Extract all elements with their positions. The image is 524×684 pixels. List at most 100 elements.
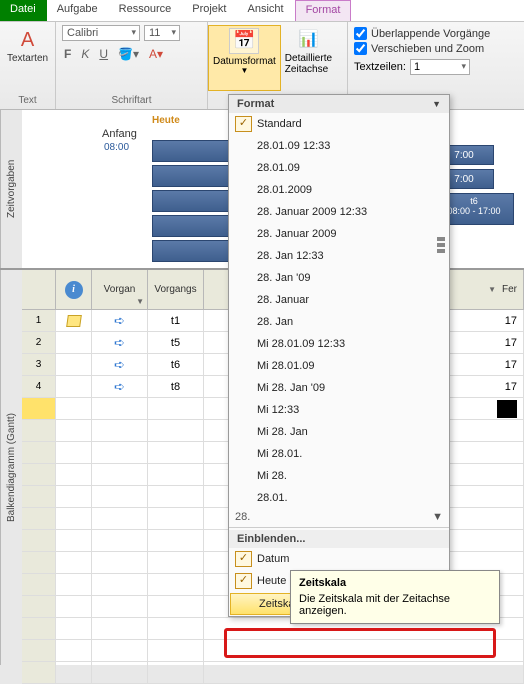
cell-info[interactable] (56, 332, 92, 353)
anfang-label: Anfang (102, 128, 137, 140)
dd-item-dateformat[interactable]: 28. Januar (229, 289, 449, 311)
dd-item-dateformat[interactable]: 28. Jan '09 (229, 267, 449, 289)
dd-item-dateformat[interactable]: 28. Jan (229, 311, 449, 333)
dropdown-scroll-handle[interactable] (437, 235, 447, 255)
chevron-down-icon: ▼ (136, 297, 144, 306)
dd-item-datum[interactable]: Datum (229, 548, 449, 570)
chevron-down-icon: ▼ (432, 99, 441, 109)
dd-item-standard[interactable]: Standard (229, 113, 449, 135)
tab-projekt[interactable]: Projekt (182, 0, 237, 21)
col-vorgan[interactable]: Vorgan ▼ (92, 270, 148, 309)
note-icon (66, 315, 82, 327)
dd-item-dateformat[interactable]: Mi 12:33 (229, 399, 449, 421)
overlap-checkbox[interactable] (354, 27, 367, 40)
detaillierte-zeitachse-button[interactable]: 📊 Detaillierte Zeitachse (281, 25, 336, 91)
timeline-icon: 📊 (293, 27, 323, 53)
col-fer-label: Fer (502, 284, 517, 295)
calendar-icon: 📅 (229, 28, 259, 54)
tab-ansicht[interactable]: Ansicht (238, 0, 295, 21)
textarten-button[interactable]: A Textarten (6, 25, 49, 66)
gantt-side-label: Balkendiagramm (Gantt) (0, 270, 22, 665)
tooltip-body: Die Zeitskala mit der Zeitachse anzeigen… (299, 593, 491, 617)
textarten-icon: A (14, 27, 42, 53)
cell-info[interactable] (56, 354, 92, 375)
dd-item-dateformat[interactable]: 28.01.09 12:33 (229, 135, 449, 157)
task-arrow-icon: ➪ (114, 335, 125, 351)
textzeilen-label: Textzeilen: (354, 61, 406, 73)
tab-ressource[interactable]: Ressource (109, 0, 183, 21)
dropdown-section-einblenden: Einblenden... (229, 530, 449, 548)
fill-color-button[interactable]: 🪣▾ (116, 45, 141, 63)
tab-file[interactable]: Datei (0, 0, 47, 21)
tab-format[interactable]: Format (295, 0, 352, 21)
cell-vorgan[interactable]: ➪ (92, 310, 148, 331)
cell-vorgan[interactable]: ➪ (92, 332, 148, 353)
cell-vorgan[interactable] (92, 398, 148, 419)
cell-info[interactable] (56, 376, 92, 397)
detaillierte-label: Detaillierte Zeitachse (285, 53, 332, 75)
dd-item-dateformat[interactable]: 28. (235, 511, 250, 523)
verschieben-checkbox-row[interactable]: Verschieben und Zoom (354, 42, 518, 55)
cell-name[interactable] (148, 398, 204, 419)
chevron-down-icon: ▼ (488, 285, 496, 294)
dd-item-dateformat[interactable]: Mi 28.01.09 (229, 355, 449, 377)
timeline-side-label: Zeitvorgaben (0, 110, 22, 268)
dd-item-dateformat[interactable]: Mi 28.01.09 12:33 (229, 333, 449, 355)
dd-item-dateformat[interactable]: 28. Jan 12:33 (229, 245, 449, 267)
col-vorgangsname[interactable]: Vorgangs (148, 270, 204, 309)
row-number[interactable]: 1 (22, 310, 56, 331)
dd-item-dateformat[interactable]: Mi 28. Jan (229, 421, 449, 443)
col-vorgan-label: Vorgan (104, 284, 136, 295)
dd-item-dateformat[interactable]: 28.01.2009 (229, 179, 449, 201)
heute-marker: Heute (152, 115, 180, 126)
font-name-select[interactable]: Calibri (62, 25, 140, 41)
datumsformat-dropdown: Format ▼ Standard 28.01.09 12:33 28.01.0… (228, 94, 450, 617)
tooltip-title: Zeitskala (299, 577, 491, 589)
datumsformat-button[interactable]: 📅 Datumsformat ▼ (208, 25, 281, 91)
dd-item-dateformat[interactable]: 28.01.09 (229, 157, 449, 179)
cell-name[interactable]: t5 (148, 332, 204, 353)
dropdown-title: Format ▼ (229, 95, 449, 113)
selected-cell-marker (497, 400, 517, 418)
cell-name[interactable]: t1 (148, 310, 204, 331)
task-arrow-icon: ➪ (114, 313, 125, 329)
col-rownum[interactable] (22, 270, 56, 309)
italic-button[interactable]: K (79, 45, 91, 63)
underline-button[interactable]: U (97, 45, 110, 63)
cell-info[interactable] (56, 310, 92, 331)
font-size-select[interactable]: 11 (144, 25, 180, 41)
verschieben-checkbox[interactable] (354, 42, 367, 55)
cell-info[interactable] (56, 398, 92, 419)
table-row[interactable] (22, 662, 524, 684)
table-row[interactable] (22, 640, 524, 662)
text-group-label: Text (6, 93, 49, 109)
row-number[interactable]: 2 (22, 332, 56, 353)
cell-name[interactable]: t6 (148, 354, 204, 375)
cell-vorgan[interactable]: ➪ (92, 376, 148, 397)
cell-vorgan[interactable]: ➪ (92, 354, 148, 375)
dd-item-dateformat[interactable]: Mi 28. (229, 465, 449, 487)
row-number[interactable]: 3 (22, 354, 56, 375)
ribbon-tabs: Datei Aufgabe Ressource Projekt Ansicht … (0, 0, 524, 22)
dd-item-dateformat[interactable]: 28. Januar 2009 (229, 223, 449, 245)
dd-item-dateformat[interactable]: 28. Januar 2009 12:33 (229, 201, 449, 223)
tab-aufgabe[interactable]: Aufgabe (47, 0, 109, 21)
info-icon: i (65, 281, 83, 299)
dd-item-dateformat[interactable]: 28.01. (229, 487, 449, 509)
overlap-checkbox-row[interactable]: Überlappende Vorgänge (354, 27, 518, 40)
task-arrow-icon: ➪ (114, 357, 125, 373)
bold-button[interactable]: F (62, 45, 73, 63)
schriftart-group-label: Schriftart (62, 93, 201, 109)
dd-item-dateformat[interactable]: Mi 28. Jan '09 (229, 377, 449, 399)
font-color-button[interactable]: A▾ (147, 45, 165, 63)
overlap-label: Überlappende Vorgänge (371, 28, 490, 40)
col-info[interactable]: i (56, 270, 92, 309)
textarten-label: Textarten (7, 53, 48, 64)
row-number-selected[interactable] (22, 398, 56, 419)
cell-name[interactable]: t8 (148, 376, 204, 397)
dd-item-dateformat[interactable]: Mi 28.01. (229, 443, 449, 465)
textzeilen-select[interactable]: 1 (410, 59, 470, 75)
row-number[interactable]: 4 (22, 376, 56, 397)
scroll-down-icon[interactable]: ▼ (432, 511, 443, 523)
task-arrow-icon: ➪ (114, 379, 125, 395)
